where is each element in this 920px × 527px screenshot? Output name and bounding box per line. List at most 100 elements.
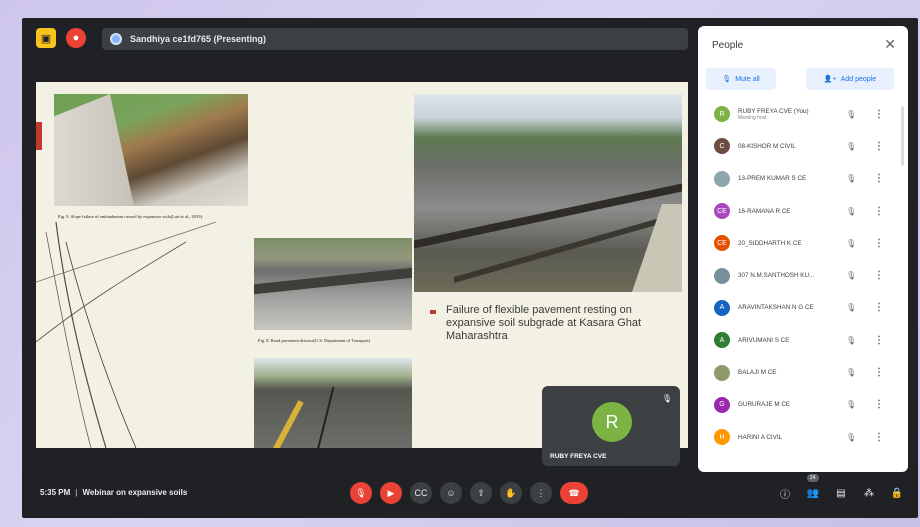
record-icon[interactable]: ●	[66, 28, 86, 48]
participant-list: R RUBY FREYA CVE (You) Meeting host 🎙 ⋮ C 08-K…	[698, 98, 900, 472]
mic-off-icon[interactable]: 🎙	[846, 368, 856, 377]
activities-icon[interactable]: ▣	[36, 28, 56, 48]
more-vert-icon[interactable]: ⋮	[874, 173, 884, 184]
add-people-button[interactable]: 👤+ Add people	[806, 68, 894, 90]
participant-name: 08-KISHOR M CIVIL	[738, 142, 796, 150]
participant-name-block: 13-PREM KUMAR S CE	[738, 175, 838, 182]
road-shoulder	[632, 204, 682, 292]
mic-off-icon[interactable]: 🎙	[846, 239, 856, 248]
avatar	[714, 364, 730, 381]
people-icon[interactable]: 24 👥	[804, 474, 822, 504]
host-controls-icon[interactable]: 🔒	[888, 482, 906, 504]
mic-off-icon[interactable]: 🎙	[846, 433, 856, 442]
meet-window: ▣ ● Sandhiya ce1fd765 (Presenting) Fig. …	[22, 18, 918, 518]
caption-road-distress: Fig. 8. Road pavement distress(U.S. Depa…	[258, 338, 371, 343]
more-vert-icon[interactable]: ⋮	[874, 367, 884, 378]
emoji-button[interactable]: ☺	[440, 482, 462, 504]
more-options-button[interactable]: ⋮	[530, 482, 552, 504]
scrollbar[interactable]	[901, 106, 904, 166]
bullet-text: Failure of flexible pavement resting on …	[446, 304, 642, 342]
more-vert-icon[interactable]: ⋮	[874, 141, 884, 152]
participant-row[interactable]: G GURURAJE M CE 🎙 ⋮	[698, 389, 900, 421]
presenter-label: Sandhiya ce1fd765 (Presenting)	[130, 34, 267, 44]
participant-name: ARIVUMANI S CE	[738, 336, 790, 344]
cracked-road-photo	[254, 358, 412, 448]
participant-name: 13-PREM KUMAR S CE	[738, 175, 807, 183]
pavement-crack	[414, 183, 682, 249]
participant-name-block: HARINI A CIVIL	[738, 434, 838, 441]
participant-row[interactable]: BALAJI M CE 🎙 ⋮	[698, 356, 900, 388]
participant-row[interactable]: 13-PREM KUMAR S CE 🎙 ⋮	[698, 163, 900, 195]
participant-name-block: RUBY FREYA CVE (You) Meeting host	[738, 108, 838, 121]
avatar: A	[714, 332, 730, 349]
avatar: R	[714, 106, 730, 123]
mute-all-button[interactable]: 🎙 Mute all	[706, 68, 776, 90]
end-call-button[interactable]: ☎	[560, 482, 588, 504]
participant-row[interactable]: A ARAVINTAKSHAN N G CE 🎙 ⋮	[698, 292, 900, 324]
mic-off-icon[interactable]: 🎙	[846, 271, 856, 280]
participant-row[interactable]: CE 16-RAMANA R CE 🎙 ⋮	[698, 195, 900, 227]
participant-row[interactable]: H HARINI A CIVIL 🎙 ⋮	[698, 421, 900, 453]
presenter-avatar-icon	[110, 33, 122, 45]
more-vert-icon[interactable]: ⋮	[874, 399, 884, 410]
mic-off-icon[interactable]: 🎙	[846, 110, 856, 119]
more-vert-icon[interactable]: ⋮	[874, 206, 884, 217]
side-panel-controls: ⓘ 24 👥 ▤ ⁂ 🔒	[776, 474, 906, 504]
avatar: A	[714, 299, 730, 316]
slide-bullet: Failure of flexible pavement resting on …	[430, 304, 680, 343]
participant-row[interactable]: C 08-KISHOR M CIVIL 🎙 ⋮	[698, 130, 900, 162]
avatar: CE	[714, 203, 730, 220]
participant-name: HARINI A CIVIL	[738, 433, 783, 441]
participant-name-block: 307 N.M.SANTHOSH KU...	[738, 272, 838, 279]
self-name: RUBY FREYA CVE	[550, 453, 607, 460]
participant-row[interactable]: 307 N.M.SANTHOSH KU... 🎙 ⋮	[698, 259, 900, 291]
more-vert-icon[interactable]: ⋮	[874, 432, 884, 443]
camera-off-button[interactable]: ▶	[380, 482, 402, 504]
participant-name-block: BALAJI M CE	[738, 369, 838, 376]
participant-name-block: GURURAJE M CE	[738, 401, 838, 408]
call-controls: 🎙 ▶ CC ☺ ⇧ ✋ ⋮ ☎	[350, 482, 588, 504]
mic-off-icon: 🎙	[722, 76, 732, 83]
more-vert-icon[interactable]: ⋮	[874, 302, 884, 313]
present-button[interactable]: ⇧	[470, 482, 492, 504]
more-vert-icon[interactable]: ⋮	[874, 335, 884, 346]
mic-off-icon[interactable]: 🎙	[846, 207, 856, 216]
participant-count-badge: 24	[807, 474, 819, 482]
participant-row[interactable]: R RUBY FREYA CVE (You) Meeting host 🎙 ⋮	[698, 98, 900, 130]
slope-failure-photo	[54, 94, 248, 206]
slide-accent-bar	[36, 122, 42, 150]
activities-icon[interactable]: ⁂	[860, 482, 878, 504]
mute-all-label: Mute all	[735, 75, 760, 83]
info-icon[interactable]: ⓘ	[776, 482, 794, 504]
participant-row[interactable]: CE 20_SIDDHARTH K CE 🎙 ⋮	[698, 227, 900, 259]
mic-off-icon[interactable]: 🎙	[846, 400, 856, 409]
avatar: CE	[714, 235, 730, 252]
participant-name: GURURAJE M CE	[738, 401, 791, 409]
presenting-chip[interactable]: Sandhiya ce1fd765 (Presenting)	[102, 28, 688, 50]
mic-off-button[interactable]: 🎙	[350, 482, 372, 504]
participant-name-block: 20_SIDDHARTH K CE	[738, 240, 838, 247]
participant-row[interactable]: A ARIVUMANI S CE 🎙 ⋮	[698, 324, 900, 356]
close-icon[interactable]: ✕	[884, 36, 896, 53]
panel-actions: 🎙 Mute all 👤+ Add people	[706, 68, 900, 90]
more-vert-icon[interactable]: ⋮	[874, 270, 884, 281]
mic-off-icon[interactable]: 🎙	[846, 174, 856, 183]
add-people-label: Add people	[840, 75, 877, 83]
avatar	[714, 267, 730, 284]
mic-icon: 🎙	[661, 394, 672, 403]
participant-name-block: 16-RAMANA R CE	[738, 208, 838, 215]
panel-title: People	[712, 40, 744, 51]
more-vert-icon[interactable]: ⋮	[874, 109, 884, 120]
avatar	[714, 170, 730, 187]
more-vert-icon[interactable]: ⋮	[874, 238, 884, 249]
captions-button[interactable]: CC	[410, 482, 432, 504]
participant-name-block: 08-KISHOR M CIVIL	[738, 143, 838, 150]
mic-off-icon[interactable]: 🎙	[846, 142, 856, 151]
mic-off-icon[interactable]: 🎙	[846, 303, 856, 312]
participant-name: 20_SIDDHARTH K CE	[738, 239, 802, 247]
chat-icon[interactable]: ▤	[832, 482, 850, 504]
raise-hand-button[interactable]: ✋	[500, 482, 522, 504]
mic-off-icon[interactable]: 🎙	[846, 336, 856, 345]
self-video-tile[interactable]: 🎙 R RUBY FREYA CVE	[542, 386, 680, 466]
add-person-icon: 👤+	[823, 76, 837, 83]
